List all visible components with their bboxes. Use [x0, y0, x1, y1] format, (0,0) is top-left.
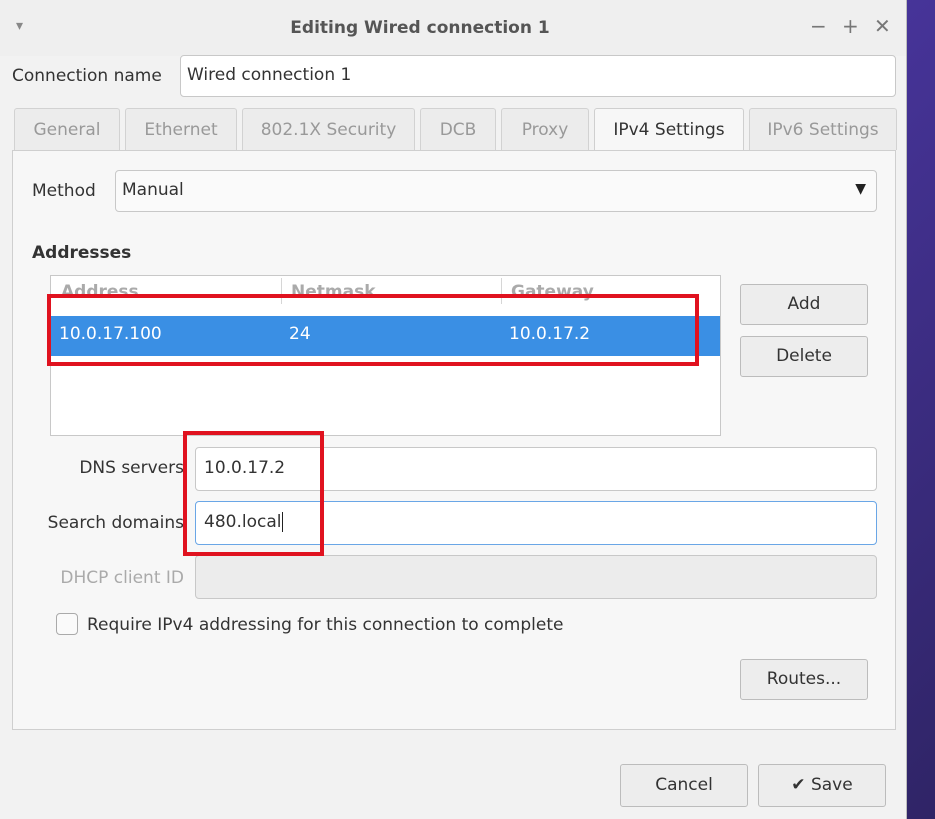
tab-dcb[interactable]: DCB — [420, 108, 496, 150]
dns-servers-label: DNS servers — [79, 458, 184, 478]
tab-bar: General Ethernet 802.1X Security DCB Pro… — [0, 108, 906, 153]
close-icon[interactable]: ✕ — [874, 14, 891, 38]
add-button[interactable]: Add — [740, 284, 868, 325]
routes-button[interactable]: Routes... — [740, 659, 868, 700]
ipv4-settings-panel — [12, 150, 896, 730]
tab-proxy[interactable]: Proxy — [501, 108, 589, 150]
tab-8021x-security[interactable]: 802.1X Security — [242, 108, 415, 150]
tab-ipv6-settings[interactable]: IPv6 Settings — [749, 108, 897, 150]
save-label: Save — [810, 775, 853, 795]
search-domains-label: Search domains — [47, 513, 184, 533]
require-ipv4-label[interactable]: Require IPv4 addressing for this connect… — [87, 615, 563, 635]
method-select[interactable]: Manual ▼ — [115, 170, 877, 212]
method-value: Manual — [122, 180, 184, 200]
dns-search-annotation-box — [183, 431, 324, 556]
maximize-icon[interactable]: + — [842, 14, 859, 38]
delete-button[interactable]: Delete — [740, 336, 868, 377]
window-title: Editing Wired connection 1 — [290, 18, 550, 38]
save-button[interactable]: ✔ Save — [758, 764, 886, 807]
checkmark-icon: ✔ — [791, 775, 806, 795]
method-label: Method — [32, 181, 96, 201]
dhcp-client-id-input — [195, 555, 877, 599]
tab-general[interactable]: General — [14, 108, 120, 150]
dhcp-client-id-label: DHCP client ID — [60, 568, 184, 588]
require-ipv4-checkbox[interactable] — [56, 613, 78, 635]
connection-name-input[interactable]: Wired connection 1 — [180, 55, 896, 97]
address-row-annotation-box — [47, 294, 699, 366]
connection-editor-window: ▾ Editing Wired connection 1 − + ✕ Conne… — [0, 0, 907, 819]
cancel-button[interactable]: Cancel — [620, 764, 748, 807]
connection-name-label: Connection name — [12, 66, 162, 86]
dropdown-arrow-icon: ▼ — [855, 181, 866, 197]
title-bar: ▾ Editing Wired connection 1 − + ✕ — [0, 0, 906, 56]
tab-ethernet[interactable]: Ethernet — [125, 108, 237, 150]
tab-ipv4-settings[interactable]: IPv4 Settings — [594, 108, 744, 153]
minimize-icon[interactable]: − — [810, 14, 827, 38]
addresses-heading: Addresses — [32, 243, 132, 263]
